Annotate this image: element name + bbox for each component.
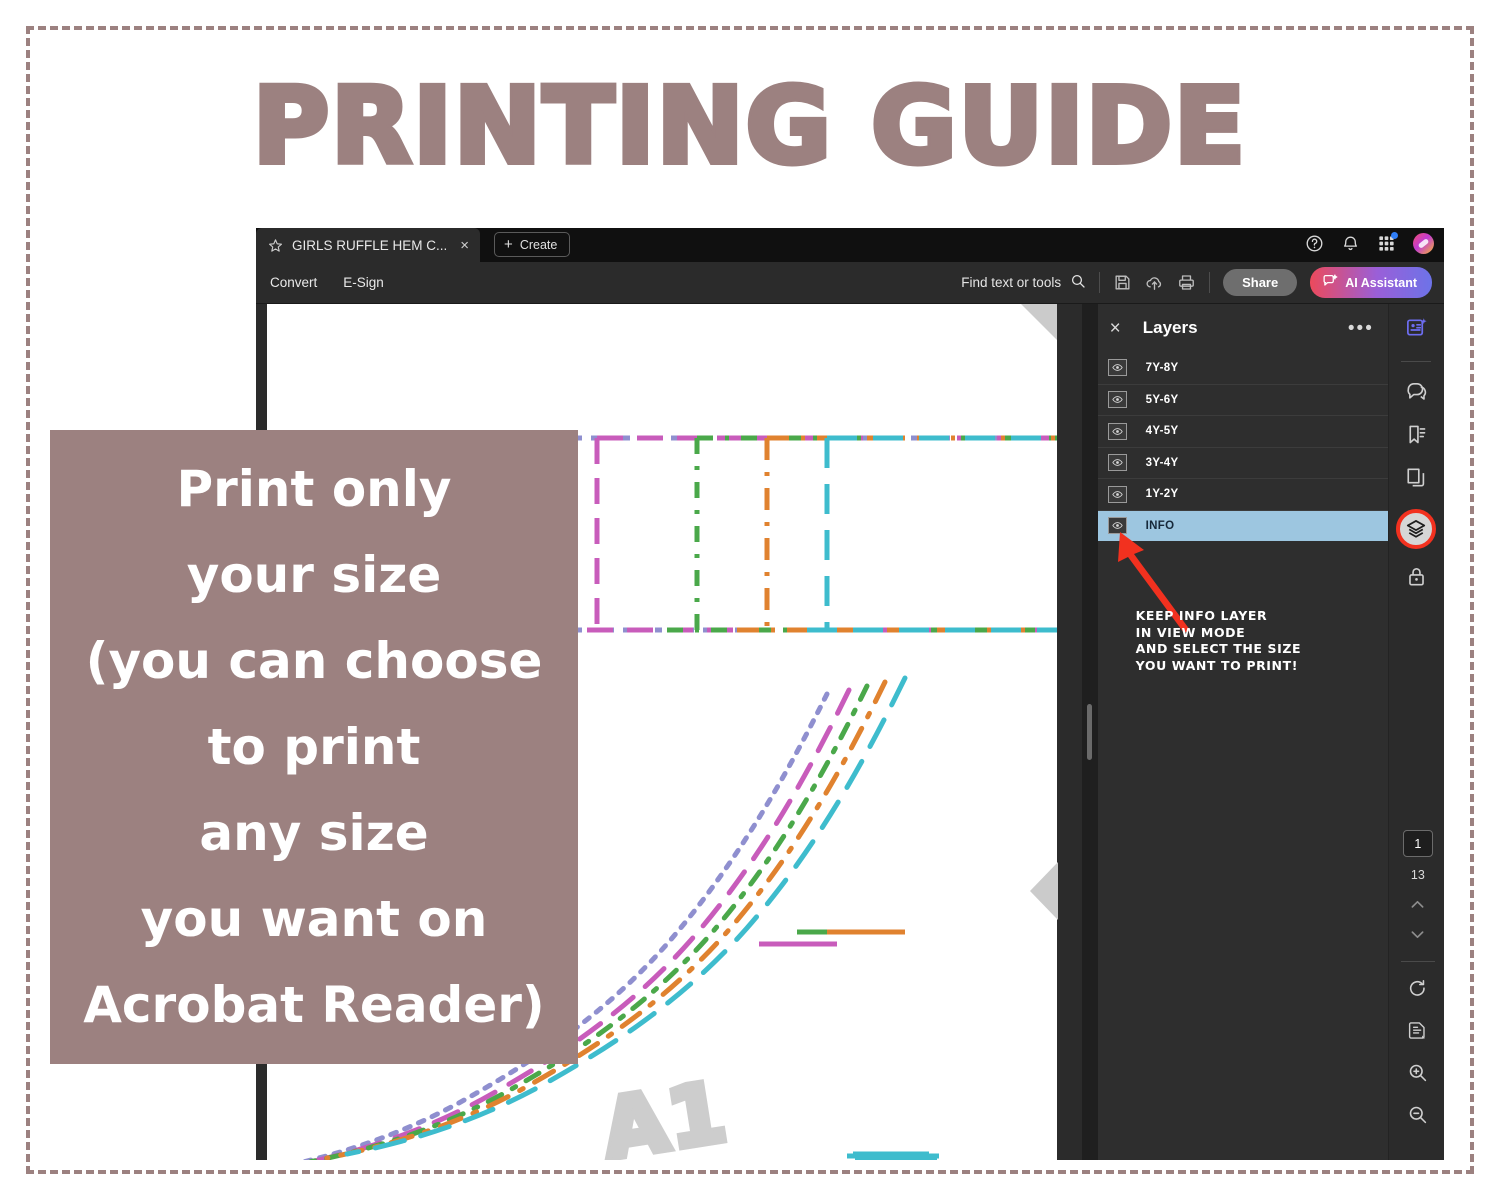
right-tool-rail: 1 13 (1387, 304, 1444, 1160)
layer-name-label: 4Y-5Y (1145, 425, 1179, 438)
layers-panel-title: Layers (1142, 318, 1198, 337)
divider (1400, 961, 1435, 962)
layer-name-label: 1Y-2Y (1145, 488, 1179, 501)
divider (1401, 361, 1432, 362)
create-button[interactable]: + Create (494, 232, 571, 257)
search-input[interactable]: Find text or tools (961, 273, 1086, 292)
avatar[interactable] (1413, 233, 1434, 254)
callout-line: any size (199, 804, 429, 862)
layers-panel: × Layers ••• 7Y-8Y 5Y-6Y 4Y-5Y 3Y-4Y 1Y-2Y IN… (1097, 304, 1388, 1160)
fit-page-icon[interactable] (1407, 1020, 1428, 1062)
chevron-down-icon[interactable] (1408, 925, 1427, 955)
layer-row[interactable]: 4Y-5Y (1097, 415, 1388, 447)
help-icon[interactable] (1305, 234, 1324, 253)
zoom-out-icon[interactable] (1407, 1104, 1428, 1146)
layer-row[interactable]: 1Y-2Y (1097, 478, 1388, 510)
notifications-bell-icon[interactable] (1341, 234, 1360, 253)
page-title: PRINTING GUIDE (250, 65, 1248, 187)
callout-line: you want on (140, 890, 488, 948)
rail-page-controls: 1 13 (1389, 830, 1444, 1146)
printing-guide-page: PRINTING GUIDE GIRLS RUFFLE HEM C... × +… (0, 0, 1500, 1200)
annotation-text: KEEP INFO LAYER IN VIEW MODE AND SELECT … (1135, 608, 1302, 673)
tabbar-actions (1305, 232, 1434, 254)
page-thumbnails-icon[interactable] (1405, 466, 1428, 509)
divider (1209, 272, 1211, 293)
share-button[interactable]: Share (1223, 269, 1298, 296)
create-label: Create (519, 237, 558, 252)
callout-line: Print only (176, 460, 452, 518)
splitter-grip (1087, 704, 1093, 760)
save-icon[interactable] (1113, 273, 1132, 292)
menu-esign[interactable]: E-Sign (343, 275, 384, 290)
layers-panel-header: × Layers ••• (1098, 304, 1388, 352)
divider (1099, 272, 1101, 293)
layer-row[interactable]: 5Y-6Y (1097, 383, 1388, 416)
layer-row[interactable]: 3Y-4Y (1097, 446, 1388, 479)
page-edge-arrow-marker (1030, 862, 1058, 920)
find-placeholder: Find text or tools (961, 275, 1062, 290)
ai-assistant-button[interactable]: AI Assistant (1310, 267, 1432, 298)
layer-visibility-eye-icon[interactable] (1107, 391, 1127, 409)
layers-list: 7Y-8Y 5Y-6Y 4Y-5Y 3Y-4Y 1Y-2Y INFO (1097, 352, 1388, 541)
search-icon (1070, 273, 1086, 292)
panel-resize-handle[interactable] (1082, 304, 1098, 1160)
callout-line: (you can choose (85, 632, 543, 690)
comment-icon[interactable] (1405, 380, 1428, 423)
menu-convert[interactable]: Convert (270, 275, 317, 290)
page-total-label: 13 (1410, 868, 1425, 882)
layer-name-label: 3Y-4Y (1145, 456, 1179, 469)
chevron-up-icon[interactable] (1408, 895, 1427, 925)
layer-visibility-eye-icon[interactable] (1107, 422, 1127, 440)
layer-visibility-eye-icon[interactable] (1107, 485, 1127, 503)
layer-visibility-eye-icon[interactable] (1107, 454, 1127, 472)
rotate-icon[interactable] (1407, 978, 1428, 1020)
app-switcher-grid-icon[interactable] (1377, 232, 1398, 253)
ai-sparkle-icon (1322, 273, 1338, 292)
close-icon[interactable]: × (1110, 319, 1121, 338)
layer-name-label: 5Y-6Y (1145, 393, 1179, 406)
bookmark-icon[interactable] (1405, 423, 1428, 466)
close-icon[interactable]: × (456, 238, 469, 253)
instruction-callout: Print only your size (you can choose to pri… (50, 430, 578, 1064)
command-bar: Convert E-Sign Find text or tools Share … (256, 262, 1444, 304)
page-number-input[interactable]: 1 (1402, 830, 1433, 857)
command-bar-actions: Find text or tools Share AI Assistant (961, 267, 1432, 298)
callout-line: Acrobat Reader) (83, 976, 545, 1034)
layer-name-label: 7Y-8Y (1145, 361, 1179, 374)
ai-assistant-label: AI Assistant (1345, 275, 1417, 290)
page-corner-marker (1021, 304, 1057, 340)
callout-line: to print (207, 718, 421, 776)
plus-icon: + (504, 236, 513, 253)
lock-icon[interactable] (1405, 565, 1428, 608)
tab-title: GIRLS RUFFLE HEM C... (292, 237, 448, 253)
layer-visibility-eye-icon[interactable] (1107, 359, 1127, 377)
ai-edit-icon[interactable] (1405, 316, 1428, 359)
apps-badge-dot (1391, 232, 1398, 239)
print-icon[interactable] (1177, 273, 1196, 292)
callout-line: your size (186, 546, 442, 604)
cloud-upload-icon[interactable] (1145, 273, 1164, 292)
layers-icon[interactable] (1396, 509, 1437, 549)
star-icon (268, 238, 283, 253)
more-options-icon[interactable]: ••• (1348, 319, 1374, 338)
zoom-in-icon[interactable] (1407, 1062, 1428, 1104)
layer-row[interactable]: 7Y-8Y (1098, 352, 1388, 384)
tab-bar: GIRLS RUFFLE HEM C... × + Create (256, 228, 1444, 262)
document-tab[interactable]: GIRLS RUFFLE HEM C... × (256, 228, 481, 262)
